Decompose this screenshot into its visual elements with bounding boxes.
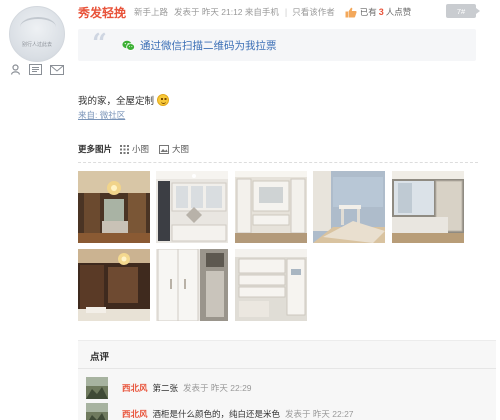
grid-view-icon <box>120 144 130 154</box>
gallery-thumbnail-3[interactable] <box>235 171 307 243</box>
avatar-caption: 别行人过此去 <box>21 42 52 48</box>
only-author-link[interactable]: 只看该作者 <box>292 6 335 18</box>
large-view-toggle[interactable]: 大图 <box>159 143 189 155</box>
post-list-icon[interactable] <box>29 64 42 75</box>
post-time: 发表于 昨天 21:12 来自手机 <box>174 7 279 17</box>
vote-text: 通过微信扫描二维码为我拉票 <box>140 40 277 52</box>
source-link[interactable]: 来自: 微社区 <box>78 110 125 120</box>
section-divider <box>78 162 478 163</box>
like-prefix: 已有 <box>359 7 377 17</box>
image-view-icon <box>159 144 170 154</box>
user-profile-icon[interactable] <box>10 64 21 75</box>
author-name[interactable]: 秀发轻挽 <box>78 4 126 21</box>
comment-time: 发表于 昨天 22:27 <box>285 409 354 419</box>
gallery-thumbnail-4[interactable] <box>313 171 385 243</box>
post-header: 秀发轻挽 新手上路 发表于 昨天 21:12 来自手机 | 只看该作者 已有 3… <box>78 4 478 20</box>
comment-username[interactable]: 西北风 <box>122 382 148 394</box>
commenter-avatar[interactable] <box>86 377 108 399</box>
vote-box: “ 通过微信扫描二维码为我拉票 <box>78 29 476 61</box>
comments-divider <box>78 368 496 369</box>
gallery-thumbnail-6[interactable] <box>78 249 150 321</box>
small-view-label: 小图 <box>132 144 150 154</box>
wechat-icon <box>122 40 135 51</box>
gallery-thumbnail-1[interactable] <box>78 171 150 243</box>
more-images-bar: 更多图片 小图 大图 <box>78 143 199 155</box>
smiley-emoji-icon <box>157 94 170 106</box>
comments-title: 点评 <box>90 352 110 363</box>
wechat-vote-link[interactable]: 通过微信扫描二维码为我拉票 <box>122 38 277 53</box>
thumbs-up-icon[interactable] <box>345 7 357 18</box>
author-actions <box>10 64 64 75</box>
message-envelope-icon[interactable] <box>50 64 64 75</box>
gallery-thumbnail-7[interactable] <box>156 249 228 321</box>
post-source[interactable]: 来自: 微社区 <box>78 109 125 121</box>
comment-time: 发表于 昨天 22:29 <box>183 383 252 393</box>
avatar-decoration <box>20 17 56 37</box>
separator: | <box>284 7 288 17</box>
comment-item: 西北风 酒柜是什么颜色的，纯白还是米色 发表于 昨天 22:27 <box>86 403 354 420</box>
post-body-text: 我的家，全屋定制 <box>78 96 155 107</box>
small-view-toggle[interactable]: 小图 <box>120 143 149 155</box>
more-images-label: 更多图片 <box>78 144 113 154</box>
gallery-thumbnail-5[interactable] <box>392 171 464 243</box>
comment-text: 酒柜是什么颜色的，纯白还是米色 <box>152 409 281 419</box>
author-avatar[interactable]: 别行人过此去 <box>9 6 65 62</box>
like-suffix: 人点赞 <box>385 7 412 17</box>
floor-number-badge[interactable]: 7# <box>446 4 480 18</box>
comment-username[interactable]: 西北风 <box>122 408 148 420</box>
comment-text: 第二张 <box>152 383 179 393</box>
comment-item: 西北风 第二张 发表于 昨天 22:29 <box>86 377 252 399</box>
large-view-label: 大图 <box>172 144 190 154</box>
user-level: 新手上路 <box>134 7 169 17</box>
post-content: 我的家，全屋定制 <box>78 93 170 107</box>
gallery-thumbnail-2[interactable] <box>156 171 228 243</box>
comments-section: 点评 西北风 第二张 发表于 昨天 22:29 西北风 酒柜是什么颜色的，纯白还… <box>78 340 496 420</box>
commenter-avatar[interactable] <box>86 403 108 420</box>
quote-icon: “ <box>92 29 107 59</box>
like-count: 3 <box>378 7 384 17</box>
gallery-thumbnail-8[interactable] <box>235 249 307 321</box>
